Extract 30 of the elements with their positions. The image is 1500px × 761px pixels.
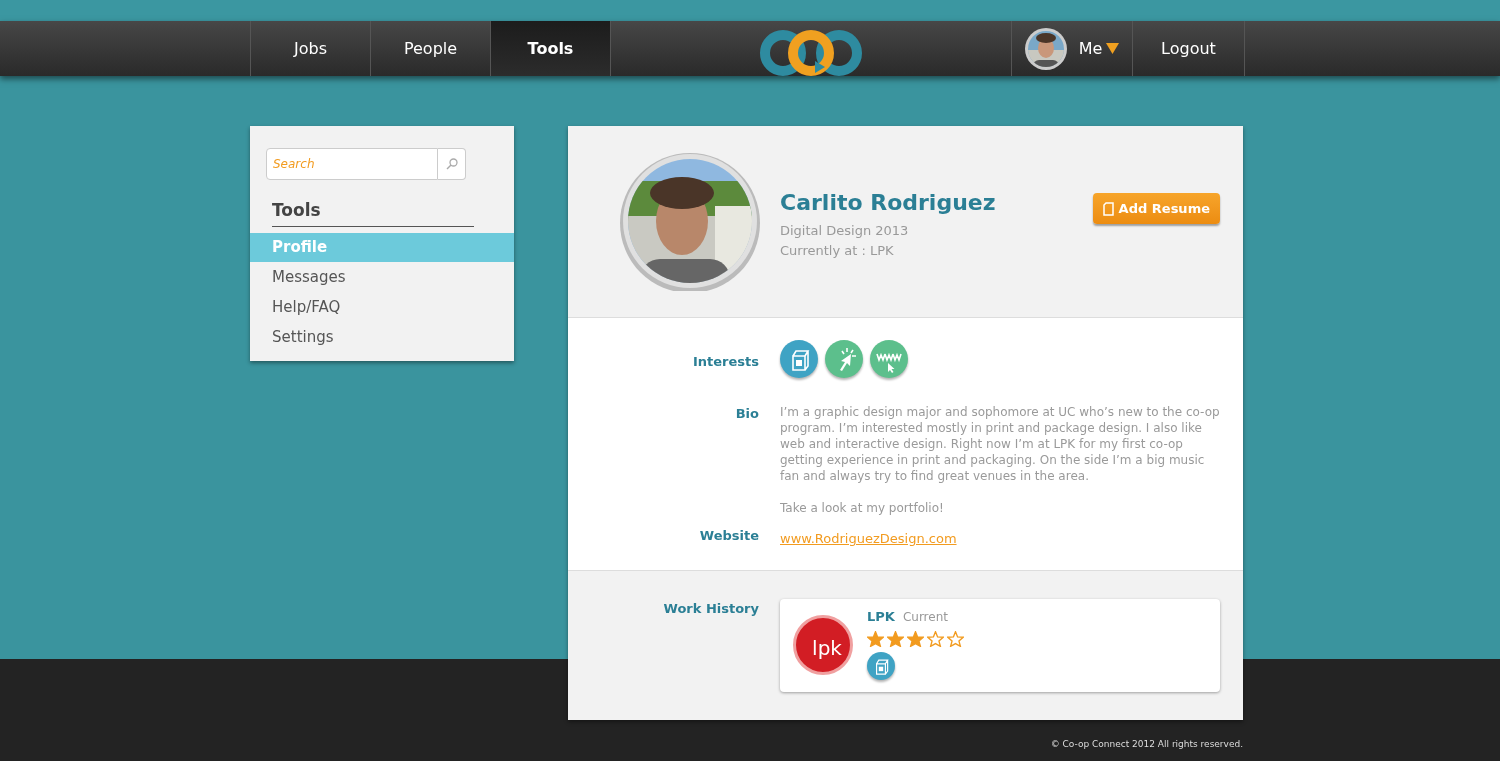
nav-tab[interactable]: Jobs xyxy=(251,21,371,76)
bio-paragraph: Take a look at my portfolio! xyxy=(780,500,945,516)
sidebar-heading: Tools xyxy=(272,198,474,227)
filled-star-icon xyxy=(867,630,884,647)
search-field[interactable]: Search xyxy=(266,148,438,180)
copyright-text: © Co-op Connect 2012 All rights reserved. xyxy=(1050,737,1243,751)
filled-star-icon xyxy=(907,630,924,647)
sidebar-item[interactable]: Messages xyxy=(250,262,514,292)
job-status: Current xyxy=(902,609,948,626)
interests-label: Interests xyxy=(691,353,759,371)
user-menu[interactable]: Me xyxy=(1012,21,1133,76)
bio-label: Bio xyxy=(734,405,759,423)
company-logo: lpk xyxy=(793,615,853,675)
profile-current-employer: Currently at : LPK xyxy=(780,241,895,260)
profile-name: Carlito Rodriguez xyxy=(780,189,996,217)
search-icon xyxy=(445,158,458,170)
bio-paragraph: I’m a graphic design major and sophomore at UC who’s new to the co-op program. I’m interested mostly in print and package design. I also like web and interactive design. Right now I’m at LPK for my first co-op getting experience in print and packaging. On the side I’m a big music fan and always try to find great venues in the area. xyxy=(780,404,1220,484)
company-name: LPK xyxy=(867,608,895,626)
logout-link[interactable]: Logout xyxy=(1133,21,1245,76)
document-icon xyxy=(1102,201,1114,216)
profile-program: Digital Design 2013 xyxy=(780,222,910,240)
sidebar-item[interactable]: Help/FAQ xyxy=(250,292,514,322)
caret-icon xyxy=(1106,43,1120,54)
sidebar-item[interactable]: Settings xyxy=(250,322,514,352)
nav-tab[interactable]: Tools xyxy=(491,21,611,76)
website-label: Website xyxy=(698,527,759,545)
work-history-label: Work History xyxy=(662,600,759,618)
empty-star-icon xyxy=(947,630,964,647)
empty-star-icon xyxy=(927,630,944,647)
filled-star-icon xyxy=(887,630,904,647)
